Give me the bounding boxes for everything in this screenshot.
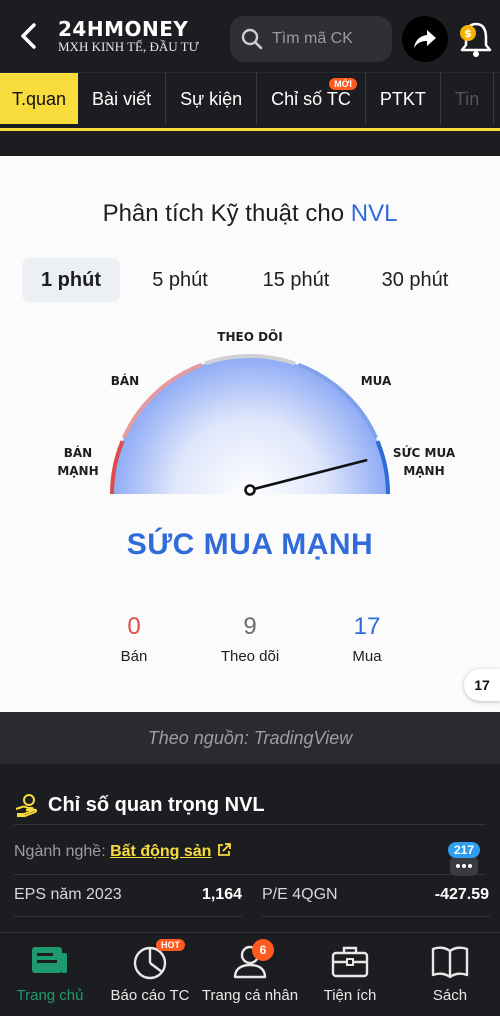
tab-financial-ratios-label: Chỉ số TC [271,88,351,109]
brand-logo[interactable]: 24HMONEY MXH KINH TẾ, ĐẦU TƯ [58,18,199,54]
key-indicators-title: Chỉ số quan trọng NVL [48,793,265,816]
industry-link[interactable]: Bất động sản [110,843,211,860]
nav-financial-report-label: Báo cáo TC [110,987,190,1004]
tab-bar: T.quan Bài viết Sự kiện Chỉ số TC MỚI PT… [0,72,500,125]
gauge-fill [112,356,388,494]
tab-overview[interactable]: T.quan [0,73,79,125]
tab-events[interactable]: Sự kiện [166,73,258,125]
back-icon[interactable] [14,20,46,52]
interval-5m[interactable]: 5 phút [120,258,240,302]
search-placeholder: Tìm mã CK [272,30,353,47]
tab-technical-analysis[interactable]: PTKT [366,73,441,125]
nav-home[interactable]: Trang chủ [0,933,100,1016]
tradingview-logo-text: 17 [474,677,490,693]
tab-underline-strip [0,124,500,156]
nav-books[interactable]: Sách [400,933,500,1016]
bell-icon[interactable]: $ [456,16,496,60]
new-badge: MỚI [329,78,357,90]
hot-badge: HOT [156,939,185,951]
tab-financial-ratios[interactable]: Chỉ số TC MỚI [257,73,366,125]
comment-count-badge: 217 [448,842,481,858]
interval-30m[interactable]: 30 phút [352,258,478,302]
page: 24HMONEY MXH KINH TẾ, ĐẦU TƯ Tìm mã CK $… [0,0,500,1016]
home-icon [32,947,67,973]
interval-1m[interactable]: 1 phút [22,258,120,302]
search-input[interactable]: Tìm mã CK [230,16,392,62]
gauge-label-strong-buy: SỨC MUA MẠNH [392,446,456,478]
brand-tagline: MXH KINH TẾ, ĐẦU TƯ [58,39,199,54]
neutral-count-label: Theo dõi [220,648,280,665]
eps-label: EPS năm 2023 [14,886,122,903]
svg-text:$: $ [464,27,472,40]
tab-underline [0,128,500,131]
key-indicators-header: Chỉ số quan trọng NVL [14,792,265,818]
book-icon [431,946,469,979]
gauge-label-strong-sell: BÁN MẠNH [57,446,99,478]
tab-articles[interactable]: Bài viết [78,73,167,125]
industry-row: Ngành nghề: Bất động sản [14,842,232,861]
sell-count-label: Bán [120,648,148,665]
briefcase-icon [331,946,369,978]
tradingview-logo-icon[interactable]: 17 [464,669,500,701]
share-icon [414,30,436,48]
bottom-nav: Trang chủ HOT Báo cáo TC 6 Trang cá nhân [0,932,500,1016]
app-header: 24HMONEY MXH KINH TẾ, ĐẦU TƯ Tìm mã CK $ [0,0,500,72]
nav-profile[interactable]: 6 Trang cá nhân [200,933,300,1016]
tab-news[interactable]: Tin [441,73,495,125]
pe-value: -427.59 [434,886,489,903]
neutral-count-value: 9 [243,613,257,640]
technical-analysis-card: Phân tích Kỹ thuật cho NVL 1 phút 5 phút… [0,156,500,712]
nav-profile-label: Trang cá nhân [201,987,299,1004]
nav-utilities[interactable]: Tiện ích [300,933,400,1016]
nav-books-label: Sách [432,987,468,1004]
divider [14,916,242,917]
divider [262,916,490,917]
gauge-pivot [244,484,256,496]
neutral-count: 9 Theo dõi [190,612,310,665]
share-button[interactable] [402,16,448,62]
gauge-label-neutral: THEO DÕI [217,330,283,344]
search-icon [241,28,263,50]
pe-label: P/E 4QGN [262,886,338,903]
interval-15m[interactable]: 15 phút [240,258,352,302]
nav-financial-report[interactable]: HOT Báo cáo TC [100,933,200,1016]
buy-count-label: Mua [352,648,382,665]
divider [14,874,486,875]
analysis-title-text: Phân tích Kỹ thuật cho [102,200,345,227]
external-link-icon[interactable] [216,842,232,858]
comment-button[interactable]: 217 [444,842,484,882]
hand-coin-icon [15,794,38,817]
nav-utilities-label: Tiện ích [323,987,377,1004]
nav-home-label: Trang chủ [16,987,84,1004]
industry-label: Ngành nghề: [14,843,106,860]
analysis-title: Phân tích Kỹ thuật cho NVL [0,200,500,228]
buy-count-value: 17 [353,613,381,640]
eps-value: 1,164 [201,886,242,903]
brand-name: 24HMONEY [58,17,189,41]
sell-count-value: 0 [127,613,141,640]
key-indicators-section: Chỉ số quan trọng NVL Ngành nghề: Bất độ… [0,776,500,936]
buy-count: 17 Mua [307,612,427,665]
divider [14,824,486,825]
notification-count-badge: 6 [252,939,274,961]
signal-counts: 0 Bán 9 Theo dõi 17 Mua [50,612,450,672]
sell-count: 0 Bán [74,612,194,665]
verdict-text: SỨC MUA MẠNH [126,528,374,561]
analysis-symbol[interactable]: NVL [351,200,398,227]
gauge-label-sell: BÁN [110,374,140,388]
interval-selector: 1 phút 5 phút 15 phút 30 phút [22,258,478,302]
source-note: Theo nguồn: TradingView [0,712,500,764]
gauge-label-buy: MUA [360,374,392,388]
